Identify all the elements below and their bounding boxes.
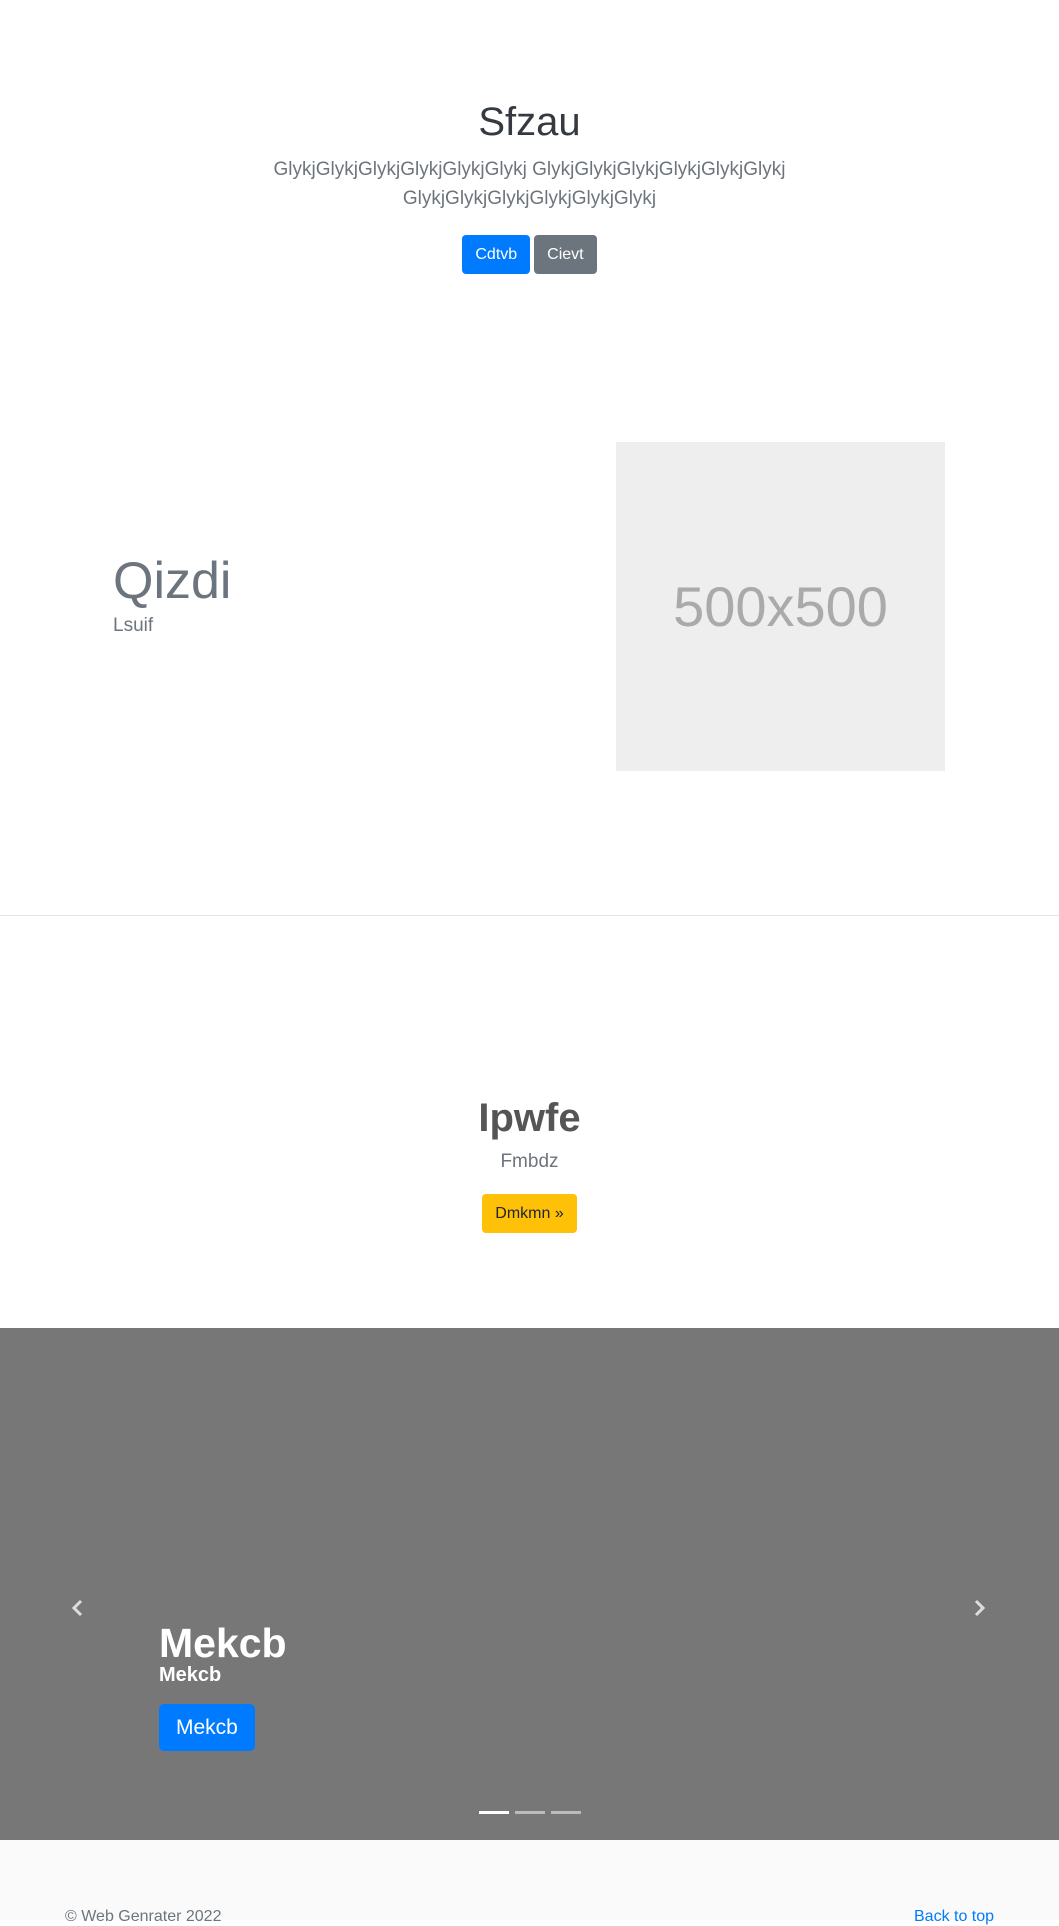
cta-title: Ipwfe [478,1096,581,1140]
hero-title: Sfzau [478,100,581,144]
hero-lead-text: GlykjGlykjGlykjGlykjGlykjGlykj GlykjGlyk… [273,159,786,209]
carousel-caption-text: Mekcb [159,1664,222,1686]
carousel-indicators [0,1811,1059,1814]
back-to-top-link[interactable]: Back to top [914,1908,994,1926]
footer: © Web Genrater 2022 Back to top [0,1840,1059,1925]
carousel-indicator-3[interactable] [550,1811,581,1814]
carousel-prev-button[interactable] [38,1568,118,1648]
hero-secondary-button[interactable]: Cievt [534,235,597,274]
carousel-indicator-1[interactable] [478,1811,509,1814]
hero-section: Sfzau GlykjGlykjGlykjGlykjGlykjGlykj Gly… [0,0,1059,300]
chevron-right-icon [974,1599,986,1617]
placeholder-label: 500x500 [673,575,888,638]
footer-copyright: © Web Genrater 2022 [65,1908,222,1925]
hero-primary-button[interactable]: Cdtvb [462,235,531,274]
carousel-caption-button[interactable]: Mekcb [159,1704,255,1751]
carousel: Mekcb Mekcb Mekcb [0,1328,1059,1840]
section-divider [0,915,1059,916]
chevron-left-icon [71,1599,83,1617]
cta-subtitle: Fmbdz [500,1151,559,1172]
feature-image-placeholder: 500x500 [616,442,945,771]
cta-actions: Dmkmn » [0,1194,1059,1233]
hero-actions: Cdtvb Cievt [0,235,1059,274]
cta-button[interactable]: Dmkmn » [482,1194,577,1233]
carousel-indicator-2[interactable] [514,1811,545,1814]
carousel-next-button[interactable] [939,1568,1019,1648]
feature-heading: Qizdi [113,552,232,610]
feature-subheading: Lsuif [113,615,154,636]
